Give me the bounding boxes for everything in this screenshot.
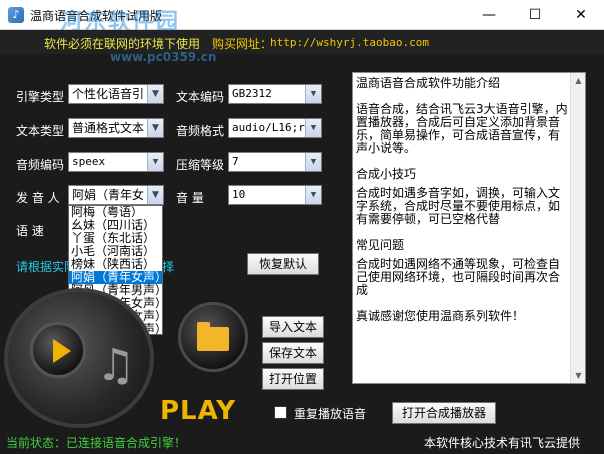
tips-title: 合成小技巧	[356, 167, 417, 181]
import-text-button[interactable]: 导入文本	[262, 316, 324, 338]
volume-label: 音 量	[176, 191, 204, 205]
hint-text: 请根据实际	[16, 260, 77, 274]
compress-level-value: 7	[232, 155, 239, 168]
play-logo: PLAY	[160, 396, 237, 426]
buy-label: 购买网址：	[212, 37, 273, 51]
title-bar: ♪ 温商语音合成软件试用版 河东软件园 — ☐ ✕	[0, 0, 604, 35]
chevron-down-icon: ▼	[305, 186, 321, 204]
music-note-icon: ♫	[96, 340, 136, 391]
faq-title: 常见问题	[356, 238, 405, 252]
chevron-down-icon: ▼	[147, 119, 163, 137]
intro-paragraph: 语音合成，结合讯飞云3大语音引擎，内置播放器，合成后可自定义添加背景音乐，简单易…	[356, 102, 568, 155]
text-input-area[interactable]: 温商语音合成软件功能介绍 语音合成，结合讯飞云3大语音引擎，内置播放器，合成后可…	[352, 72, 586, 384]
restore-default-button[interactable]: 恢复默认	[247, 253, 319, 275]
save-text-button[interactable]: 保存文本	[262, 342, 324, 364]
chevron-down-icon: ▼	[147, 153, 163, 171]
close-button[interactable]: ✕	[558, 0, 604, 30]
minimize-button[interactable]: —	[466, 0, 512, 30]
speaker-select[interactable]: 阿娟（青年女 ▼	[68, 185, 164, 205]
chevron-down-icon: ▼	[305, 153, 321, 171]
app-icon: ♪	[8, 7, 24, 23]
speaker-value: 阿娟（青年女	[72, 188, 145, 202]
audio-codec-value: speex	[72, 155, 106, 168]
audio-format-select[interactable]: audio/L16;ra ▼	[228, 118, 322, 138]
engine-type-value: 个性化语音引	[72, 87, 145, 101]
engine-type-label: 引擎类型	[16, 90, 65, 104]
site-watermark: www.pc0359.cn	[110, 50, 217, 64]
text-encoding-select[interactable]: GB2312 ▼	[228, 84, 322, 104]
audio-codec-select[interactable]: speex ▼	[68, 152, 164, 172]
buy-url-link[interactable]: http://wshyrj.taobao.com	[270, 36, 429, 49]
play-button[interactable]	[30, 322, 86, 378]
open-location-button[interactable]: 打开位置	[262, 368, 324, 390]
chevron-down-icon: ▼	[147, 85, 163, 103]
credit-text: 本软件核心技术有讯飞云提供	[424, 436, 581, 450]
text-encoding-value: GB2312	[232, 87, 272, 100]
chevron-down-icon: ▼	[305, 119, 321, 137]
text-type-label: 文本类型	[16, 124, 65, 138]
compress-level-label: 压缩等级	[176, 158, 225, 172]
thanks-text: 真诚感谢您使用温商系列软件！	[356, 309, 525, 323]
scroll-up-icon[interactable]: ▲	[571, 73, 585, 88]
faq-paragraph: 合成时如遇网络不通等现象，可检查自己使用网络环境，也可隔段时间再次合成	[356, 257, 561, 297]
scroll-down-icon[interactable]: ▼	[571, 368, 585, 383]
text-type-select[interactable]: 普通格式文本 ▼	[68, 118, 164, 138]
vertical-scrollbar[interactable]: ▲ ▼	[570, 73, 585, 383]
tips-paragraph: 合成时如遇多音字如，调换，可输入文字系统，合成时尽量不要使用标点，如有需要停顿，…	[356, 186, 561, 226]
hint-text-tail: 择	[162, 260, 175, 274]
engine-type-select[interactable]: 个性化语音引 ▼	[68, 84, 164, 104]
folder-icon	[197, 322, 229, 351]
play-icon	[53, 339, 71, 363]
intro-title: 温商语音合成软件功能介绍	[356, 76, 501, 90]
play-disc: ♫	[4, 288, 154, 428]
volume-select[interactable]: 10 ▼	[228, 185, 322, 205]
volume-value: 10	[232, 188, 246, 201]
audio-format-value: audio/L16;ra	[232, 121, 312, 134]
maximize-button[interactable]: ☐	[512, 0, 558, 30]
open-folder-button[interactable]	[178, 302, 248, 372]
speed-label: 语 速	[16, 224, 44, 238]
speaker-label: 发 音 人	[16, 191, 60, 205]
notice-bar: 软件必须在联网的环境下使用 购买网址： http://wshyrj.taobao…	[0, 30, 604, 64]
text-encoding-label: 文本编码	[176, 90, 225, 104]
repeat-checkbox[interactable]	[274, 406, 287, 419]
chevron-down-icon: ▼	[147, 186, 163, 204]
chevron-down-icon: ▼	[305, 85, 321, 103]
repeat-label: 重复播放语音	[294, 407, 367, 421]
open-player-button[interactable]: 打开合成播放器	[392, 402, 496, 424]
compress-level-select[interactable]: 7 ▼	[228, 152, 322, 172]
audio-codec-label: 音频编码	[16, 158, 65, 172]
text-type-value: 普通格式文本	[72, 121, 145, 135]
status-text: 当前状态：已连接语音合成引擎！	[6, 436, 187, 450]
audio-format-label: 音频格式	[176, 124, 225, 138]
